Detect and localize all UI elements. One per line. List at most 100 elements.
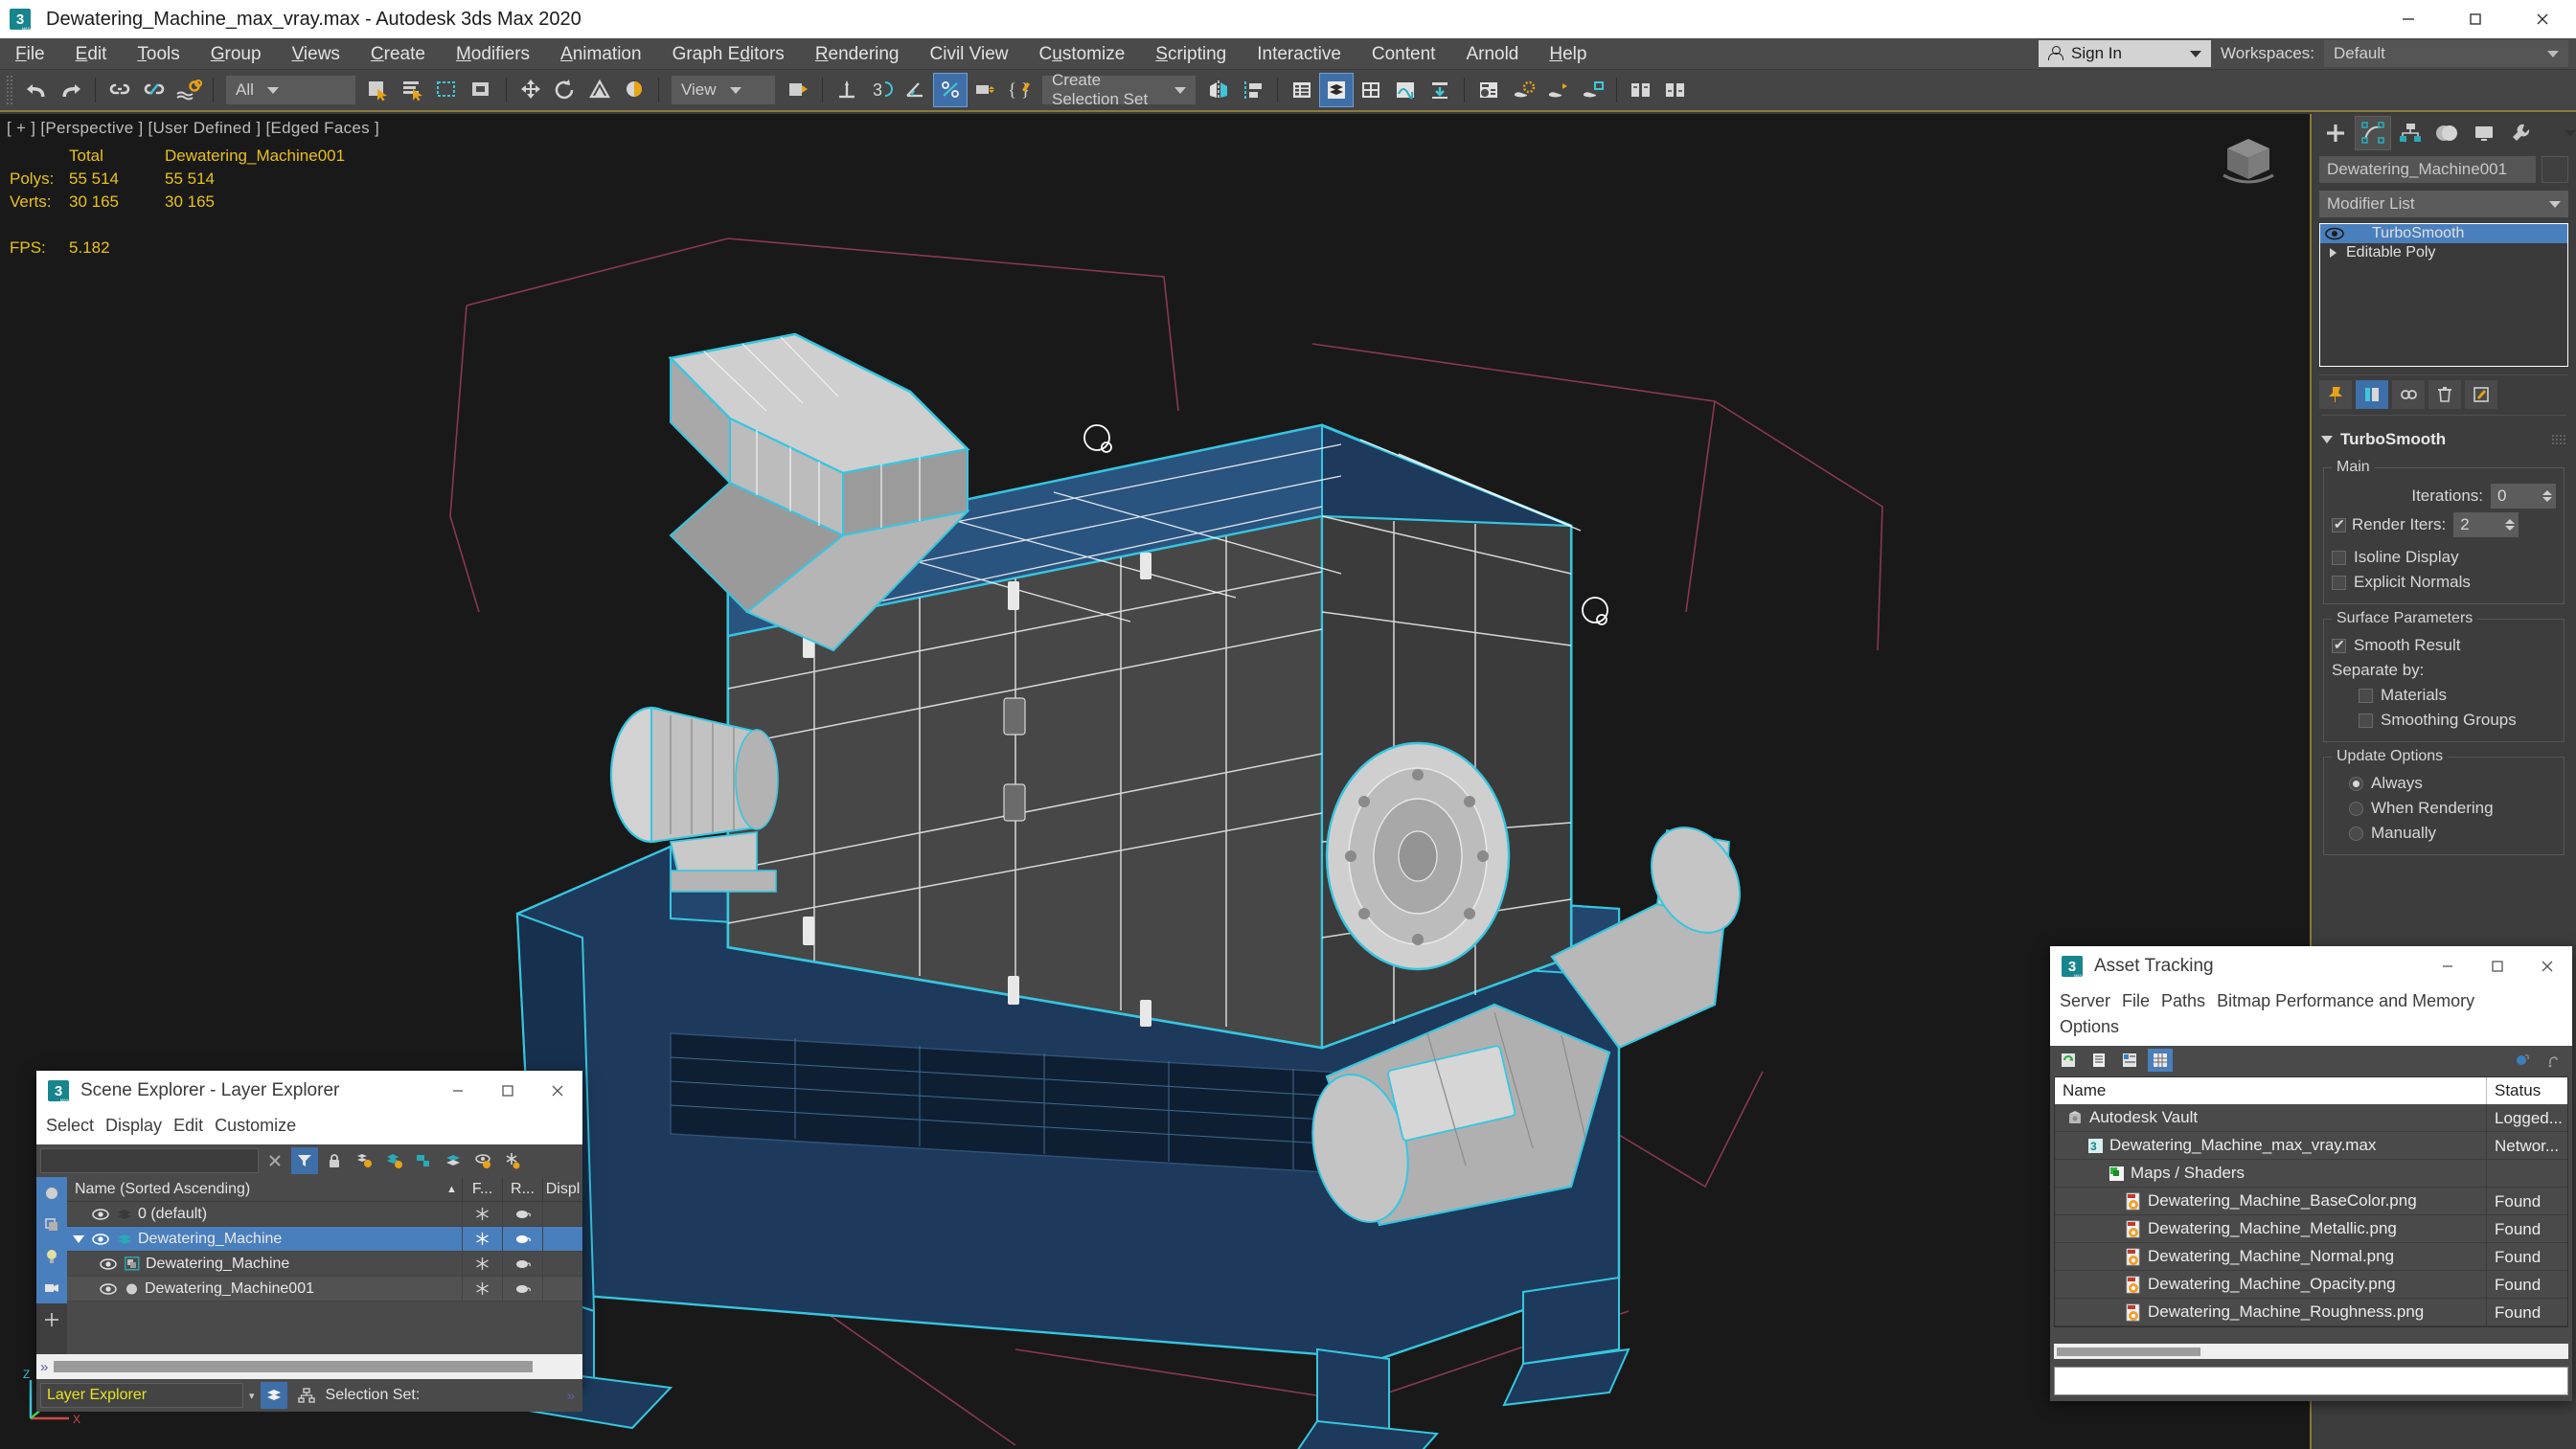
render-cell[interactable] [502, 1201, 542, 1227]
rollout-grip-icon[interactable] [2551, 434, 2566, 445]
menu-graph-editors[interactable]: Graph Editors [657, 38, 800, 70]
menu-edit[interactable]: Edit [60, 38, 123, 70]
column-name[interactable]: Name [2055, 1077, 2487, 1104]
column-status[interactable]: Status [2487, 1077, 2567, 1104]
chevron-down-icon[interactable]: ▾ [249, 1390, 255, 1402]
tab-utilities[interactable] [2502, 116, 2540, 150]
scrollbar-thumb[interactable] [2057, 1347, 2200, 1356]
tab-display[interactable] [2465, 116, 2502, 150]
scroll-left-icon[interactable]: » [40, 1359, 48, 1375]
tab-modify[interactable] [2354, 116, 2392, 150]
iterations-spinner[interactable]: 0 [2491, 484, 2556, 509]
tab-create[interactable] [2317, 116, 2355, 150]
list-item[interactable]: Dewatering_Machine [67, 1226, 582, 1252]
list-view-icon[interactable] [2086, 1049, 2111, 1072]
explicit-normals-checkbox[interactable] [2332, 575, 2346, 590]
tab-motion[interactable] [2428, 116, 2466, 150]
bind-to-space-warp-icon[interactable] [171, 73, 206, 107]
render-cell[interactable] [502, 1276, 542, 1302]
menu-help[interactable]: Help [1534, 38, 1602, 70]
spinner-arrows-icon[interactable] [2505, 519, 2516, 531]
asset-horizontal-scrollbar[interactable] [2054, 1344, 2568, 1359]
se-menu-customize[interactable]: Customize [215, 1113, 308, 1139]
snowflake-icon[interactable] [476, 1282, 489, 1295]
column-frozen[interactable]: F... [462, 1176, 502, 1202]
minimize-icon[interactable] [2375, 0, 2442, 38]
column-render[interactable]: R... [502, 1176, 542, 1202]
angle-snap-toggle-icon[interactable] [899, 73, 933, 107]
detail-view-icon[interactable] [2117, 1049, 2142, 1072]
filter-cameras-icon[interactable] [36, 1272, 67, 1303]
display-cell[interactable] [542, 1251, 582, 1277]
filter-icon[interactable] [291, 1147, 318, 1174]
redo-icon[interactable] [54, 73, 88, 107]
render-iters-checkbox[interactable] [2332, 516, 2346, 532]
clear-search-icon[interactable] [262, 1147, 288, 1174]
table-row[interactable]: Dewatering_Machine_Opacity.png Found [2055, 1271, 2567, 1299]
minimize-icon[interactable] [2423, 946, 2473, 986]
menu-group[interactable]: Group [195, 38, 277, 70]
object-name-field[interactable]: Dewatering_Machine001 [2319, 156, 2536, 183]
toolbar-grip[interactable] [6, 75, 13, 105]
menu-civil-view[interactable]: Civil View [915, 38, 1024, 70]
material-editor-icon[interactable] [1471, 73, 1506, 107]
se-menu-edit[interactable]: Edit [173, 1113, 215, 1139]
window-crossing-icon[interactable] [465, 73, 499, 107]
modifier-list-dropdown[interactable]: Modifier List [2319, 191, 2568, 217]
frozen-cell[interactable] [462, 1226, 502, 1252]
smooth-result-checkbox[interactable] [2332, 637, 2346, 653]
render-cell[interactable] [502, 1226, 542, 1252]
teapot-icon[interactable] [514, 1209, 531, 1219]
grid-view-icon[interactable] [2148, 1049, 2173, 1072]
close-icon[interactable] [2509, 0, 2576, 38]
refresh-icon[interactable] [2056, 1049, 2081, 1072]
filter-shapes-icon[interactable] [36, 1209, 67, 1240]
select-and-place-icon[interactable] [617, 73, 651, 107]
collapse-triangle-icon[interactable] [2321, 436, 2333, 443]
smooth-result-row[interactable]: Smooth Result [2332, 633, 2556, 658]
frozen-cell[interactable] [462, 1201, 502, 1227]
filter-helpers-icon[interactable] [36, 1303, 67, 1335]
undo-icon[interactable] [19, 73, 54, 107]
display-cell[interactable] [542, 1201, 582, 1227]
status-overflow-icon[interactable]: » [567, 1388, 579, 1404]
select-and-move-icon[interactable] [513, 73, 548, 107]
curve-editor-icon[interactable] [1388, 73, 1423, 107]
open-asset-tracking-icon[interactable] [1624, 73, 1658, 107]
rollout-header[interactable]: TurboSmooth [2317, 426, 2570, 453]
eye-icon[interactable] [90, 1208, 111, 1221]
expand-triangle-icon[interactable] [2330, 248, 2337, 258]
rectangular-selection-region-icon[interactable] [430, 73, 465, 107]
lock-icon[interactable] [321, 1147, 348, 1174]
percent-snap-toggle-icon[interactable] [933, 73, 968, 107]
at-menu-server[interactable]: Server [2060, 988, 2122, 1014]
remove-modifier-icon[interactable] [2428, 379, 2461, 409]
scene-explorer-horizontal-scrollbar[interactable]: » [36, 1354, 582, 1379]
snaps-toggle-icon[interactable]: 3 [864, 73, 899, 107]
table-row[interactable]: Dewatering_Machine_Metallic.png Found [2055, 1215, 2567, 1243]
scrollbar-thumb[interactable] [54, 1361, 534, 1372]
maximize-icon[interactable] [2442, 0, 2509, 38]
menu-content[interactable]: Content [1356, 38, 1451, 70]
table-row[interactable]: Autodesk Vault Logged... [2055, 1104, 2567, 1132]
eye-icon[interactable] [2324, 227, 2345, 240]
spinner-arrows-icon[interactable] [2542, 490, 2552, 502]
menu-customize[interactable]: Customize [1024, 38, 1141, 70]
close-icon[interactable] [2522, 946, 2572, 986]
toggle-layer-explorer-icon[interactable] [1319, 73, 1354, 107]
menu-arnold[interactable]: Arnold [1450, 38, 1534, 70]
manually-radio[interactable] [2349, 826, 2363, 841]
display-cell[interactable] [542, 1276, 582, 1302]
explorer-mode-dropdown[interactable]: Layer Explorer [40, 1383, 243, 1408]
scene-explorer-window[interactable]: 3 Scene Explorer - Layer Explorer Select… [36, 1071, 582, 1412]
se-menu-display[interactable]: Display [105, 1113, 173, 1139]
workspaces-dropdown[interactable]: Default [2324, 40, 2568, 67]
at-menu-options[interactable]: Options [2060, 1014, 2563, 1040]
always-radio[interactable] [2349, 776, 2363, 791]
align-icon[interactable] [1236, 73, 1270, 107]
pin-stack-icon[interactable] [2319, 379, 2352, 409]
spinner-snap-toggle-icon[interactable] [968, 73, 1002, 107]
modifier-stack-item-editable-poly[interactable]: Editable Poly [2320, 243, 2567, 262]
eye-icon[interactable] [90, 1233, 111, 1246]
table-row[interactable]: Dewatering_Machine_BaseColor.png Found [2055, 1188, 2567, 1215]
